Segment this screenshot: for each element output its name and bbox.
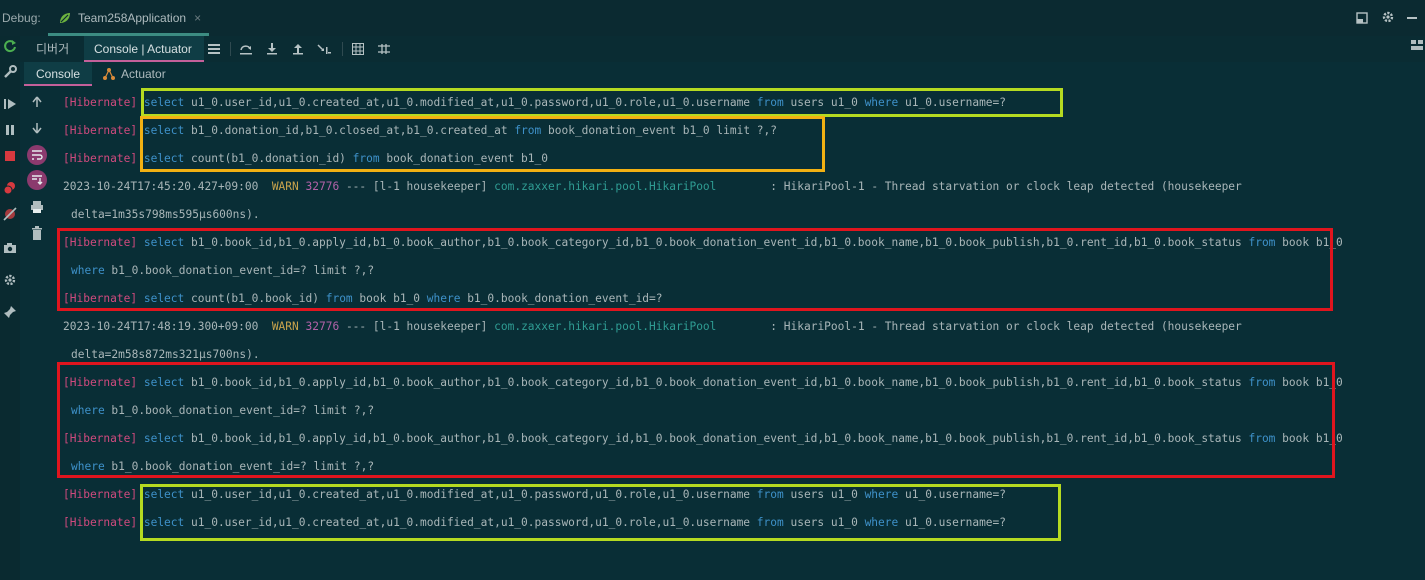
log-text: : HikariPool-1 - Thread starvation or cl…	[716, 180, 1242, 193]
log-line: 2023-10-24T17:48:19.300+09:00 WARN 32776…	[63, 320, 1242, 334]
book-query-box-2	[57, 362, 1335, 478]
warn-level: WARN	[271, 320, 299, 333]
log-text: --- [l-1 housekeeper]	[339, 320, 495, 333]
log-text: : HikariPool-1 - Thread starvation or cl…	[716, 320, 1242, 333]
user-query-box-2	[140, 484, 1061, 541]
log-line: 2023-10-24T17:45:20.427+09:00 WARN 32776…	[63, 180, 1242, 194]
process-id: 32776	[305, 180, 340, 193]
vertical-scrollbar[interactable]	[1413, 58, 1421, 578]
log-line: delta=1m35s798ms595µs600ns).	[71, 208, 260, 222]
donation-event-box	[140, 116, 825, 172]
book-query-box-1	[57, 228, 1333, 311]
hibernate-tag: [Hibernate]	[63, 96, 138, 109]
log-text: 2023-10-24T17:45:20.427+09:00	[63, 180, 272, 193]
hibernate-tag: [Hibernate]	[63, 488, 138, 501]
log-text: delta=2m58s872ms321µs700ns).	[71, 348, 260, 361]
log-line: delta=2m58s872ms321µs700ns).	[71, 348, 260, 362]
logger-class: com.zaxxer.hikari.pool.HikariPool	[494, 180, 717, 193]
user-query-box-1	[141, 88, 1063, 117]
log-text: delta=1m35s798ms595µs600ns).	[71, 208, 260, 221]
log-text: --- [l-1 housekeeper]	[339, 180, 495, 193]
log-text: 2023-10-24T17:48:19.300+09:00	[63, 320, 272, 333]
warn-level: WARN	[271, 180, 299, 193]
hibernate-tag: [Hibernate]	[63, 124, 138, 137]
hibernate-tag: [Hibernate]	[63, 152, 138, 165]
hibernate-tag: [Hibernate]	[63, 516, 138, 529]
layout-grid-icon[interactable]	[1410, 38, 1424, 54]
process-id: 32776	[305, 320, 340, 333]
logger-class: com.zaxxer.hikari.pool.HikariPool	[494, 320, 717, 333]
